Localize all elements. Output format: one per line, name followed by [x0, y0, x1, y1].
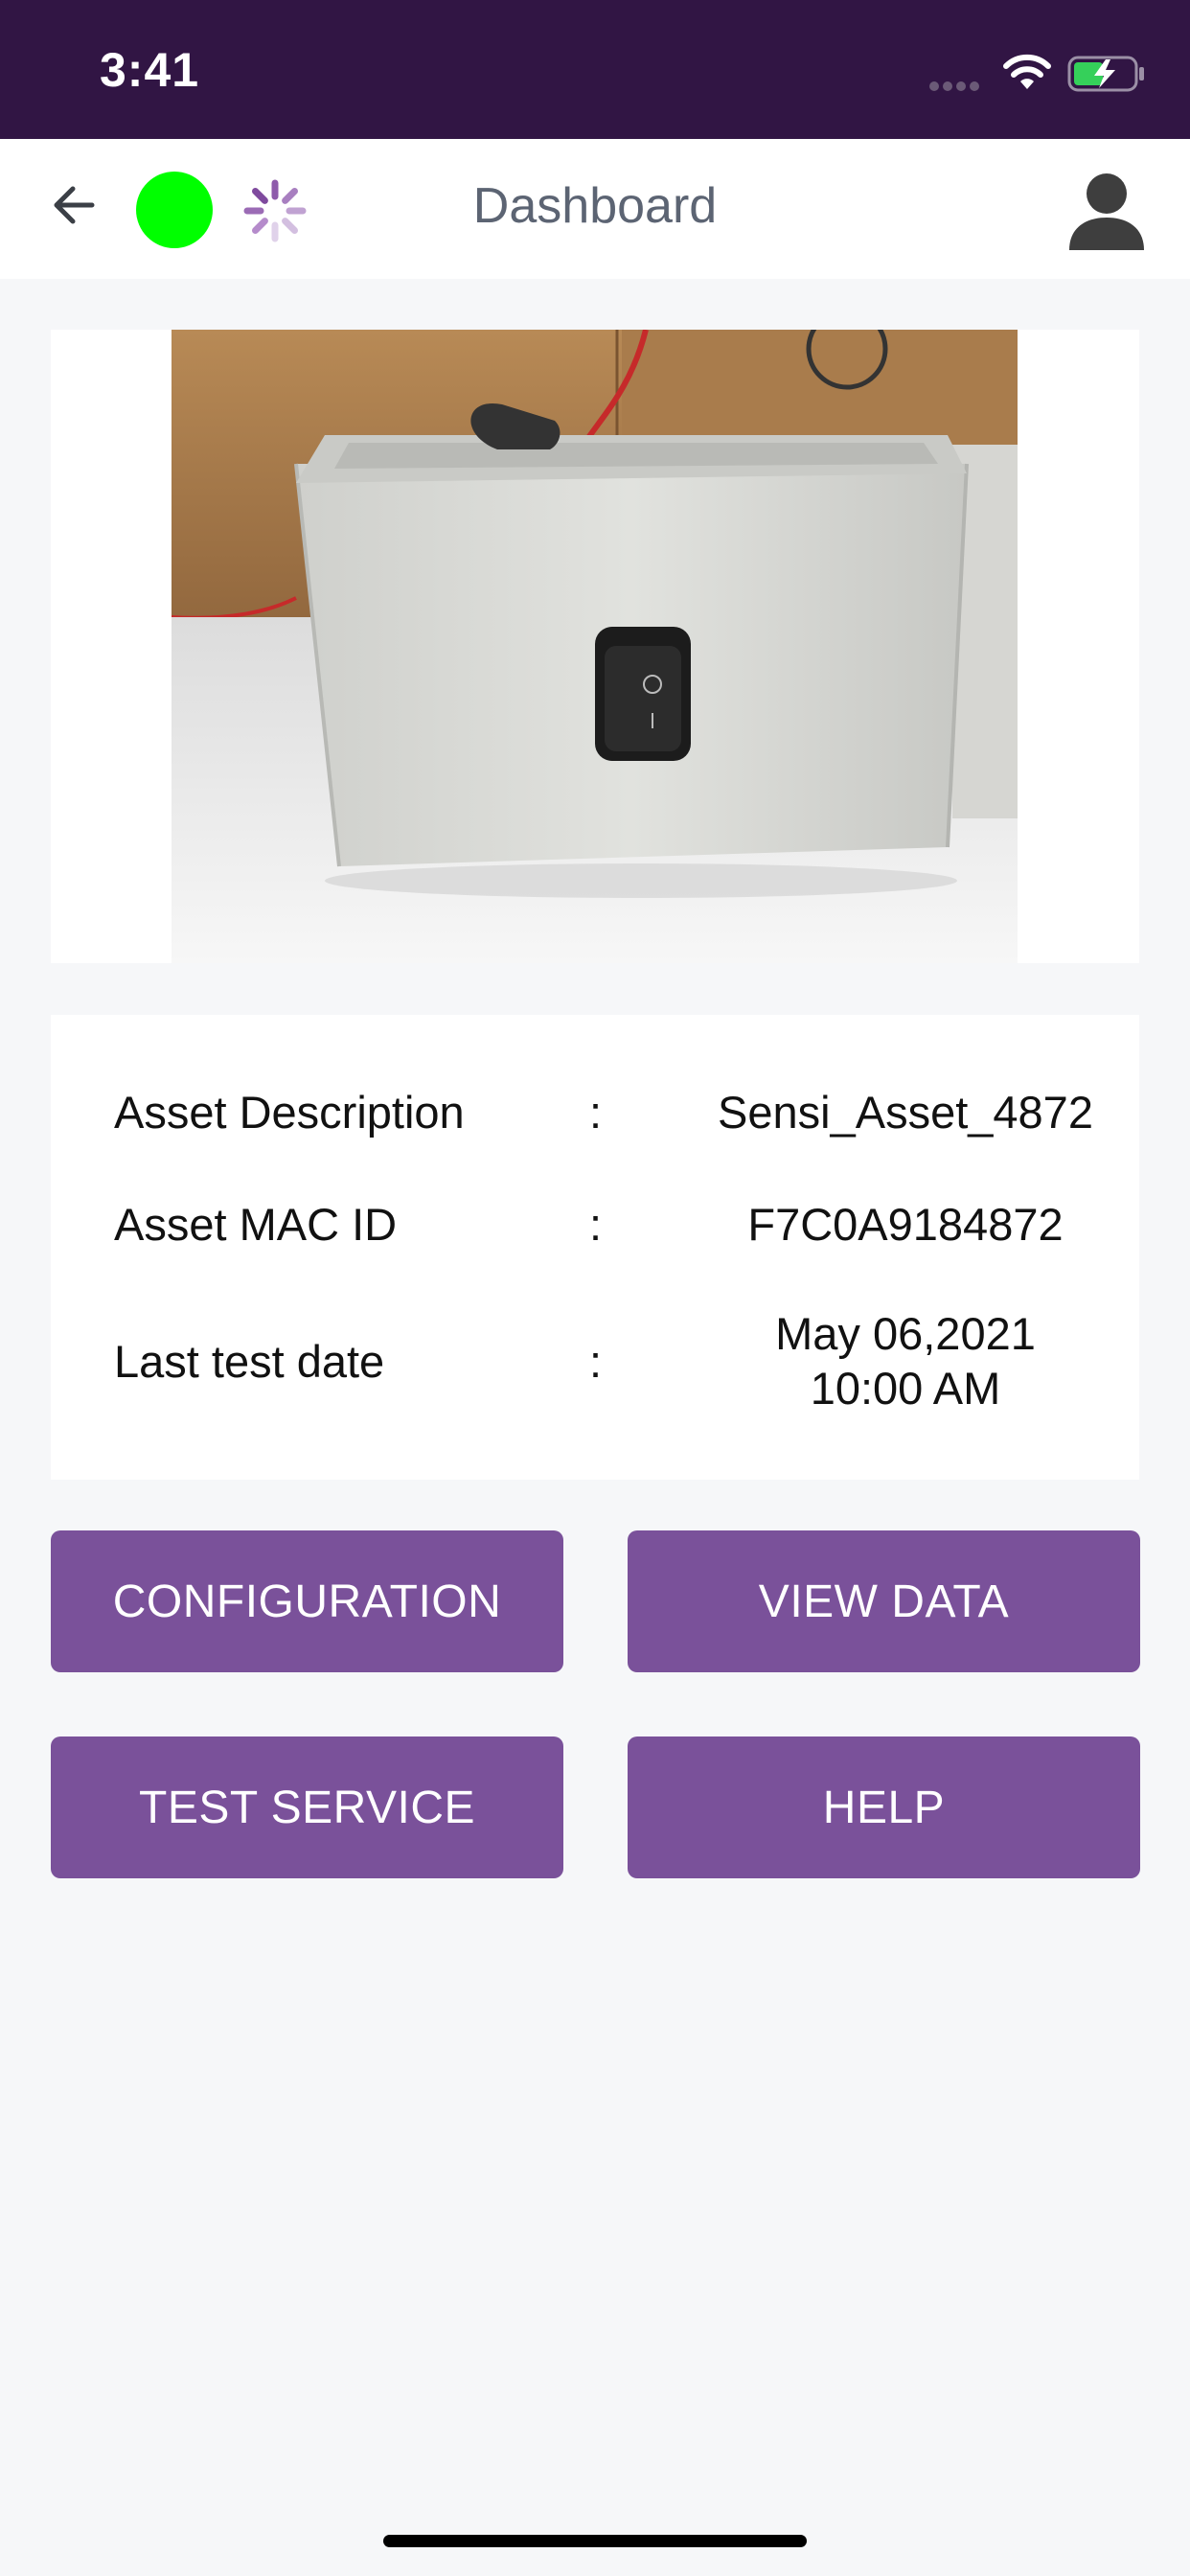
- asset-mac-id-value: F7C0A9184872: [747, 1199, 1064, 1250]
- asset-description-label: Asset Description: [114, 1087, 465, 1138]
- test-service-button[interactable]: TEST SERVICE: [51, 1736, 563, 1878]
- asset-mac-id-label: Asset MAC ID: [114, 1199, 398, 1250]
- status-time: 3:41: [100, 43, 200, 97]
- page-title: Dashboard: [472, 178, 718, 234]
- last-test-date-value: May 06,2021: [775, 1308, 1036, 1359]
- user-avatar-icon[interactable]: [1065, 170, 1148, 252]
- separator: :: [589, 1336, 603, 1387]
- last-test-time-value: 10:00 AM: [810, 1363, 1001, 1414]
- last-test-date-label: Last test date: [114, 1336, 385, 1387]
- help-button[interactable]: HELP: [628, 1736, 1140, 1878]
- wifi-icon: [1003, 54, 1051, 89]
- asset-description-value: Sensi_Asset_4872: [718, 1087, 1093, 1138]
- asset-image-card: [51, 330, 1139, 963]
- signal-icon: [929, 79, 983, 96]
- battery-charging-icon: [1067, 56, 1144, 92]
- separator: :: [589, 1087, 603, 1138]
- nav-bar: Dashboard: [0, 139, 1190, 279]
- separator: :: [589, 1199, 603, 1250]
- view-data-button[interactable]: VIEW DATA: [628, 1530, 1140, 1672]
- status-bar: 3:41: [0, 0, 1190, 139]
- asset-info-card: Asset Description : Sensi_Asset_4872 Ass…: [51, 1015, 1139, 1480]
- home-indicator[interactable]: [383, 2535, 807, 2547]
- asset-photo: [172, 330, 1018, 963]
- configuration-button[interactable]: CONFIGURATION: [51, 1530, 563, 1672]
